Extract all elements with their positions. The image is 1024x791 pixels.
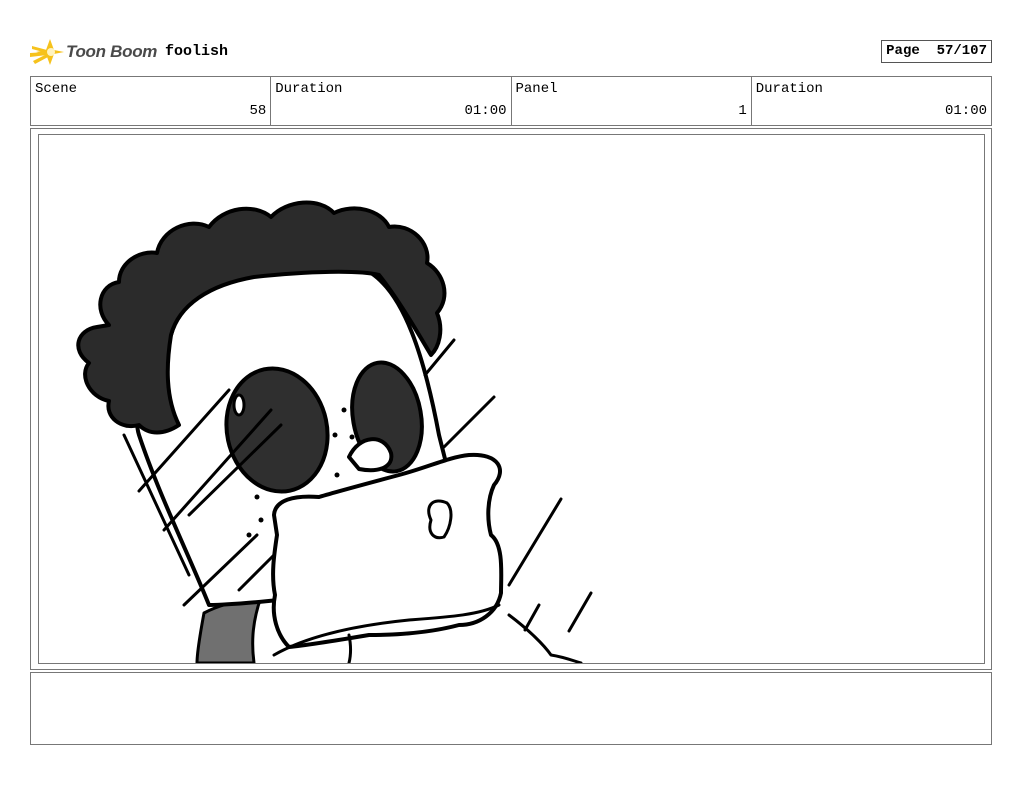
dialogue-notes-box [30,672,992,745]
toon-boom-logo: Toon Boom [30,36,157,68]
project-name: foolish [165,43,229,60]
scene-info-bar: Scene 58 Duration 01:00 Panel 1 Duration… [30,76,992,126]
page-indicator: Page 57/107 [881,40,992,63]
storyboard-sketch [76,200,593,663]
scene-number: 58 [249,103,267,119]
panel-frame [30,128,992,670]
scene-cell: Scene 58 [31,77,272,125]
scene-label: Scene [35,81,78,97]
page-label: Page [886,43,920,59]
eye-highlight [232,393,246,417]
panel-number: 1 [738,103,747,119]
logo-text: Toon Boom [66,42,158,61]
scene-duration-label: Duration [275,81,343,97]
panel-label: Panel [515,81,558,97]
panel-duration-value: 01:00 [944,103,987,119]
storyboard-header: Toon Boom foolish Page 57/107 [30,34,992,70]
scene-duration-cell: Duration 01:00 [271,77,512,125]
panel-cell: Panel 1 [512,77,752,125]
panel-duration-label: Duration [755,81,823,97]
shirt-collar [195,595,263,663]
scene-duration-value: 01:00 [464,103,507,119]
page-number: 57/107 [936,43,987,59]
toon-boom-star-icon [30,39,64,65]
thumb [427,499,453,540]
panel-image [38,134,985,664]
panel-duration-cell: Duration 01:00 [752,77,991,125]
